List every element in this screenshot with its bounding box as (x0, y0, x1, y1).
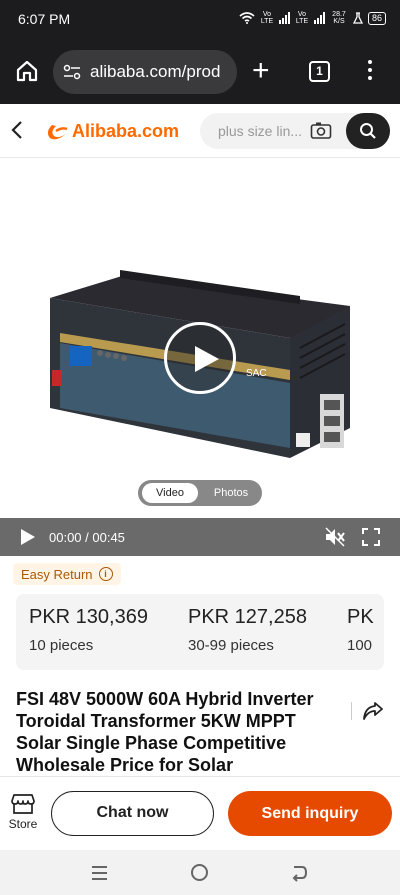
store-button[interactable]: Store (6, 793, 40, 831)
send-inquiry-button[interactable]: Send inquiry (228, 791, 392, 836)
photos-tab[interactable]: Photos (206, 483, 256, 503)
flask-icon (352, 12, 363, 24)
home-nav-icon[interactable] (191, 864, 208, 881)
price-tier: PKR 130,369 10 pieces (29, 606, 148, 654)
status-bar: 6:07 PM Vo LTE Vo LTE 28.7 K/S 86 (0, 0, 400, 40)
url-text[interactable]: alibaba.com/prod (90, 62, 230, 82)
status-icons: Vo LTE Vo LTE 28.7 K/S 86 (239, 11, 386, 25)
product-title: FSI 48V 5000W 60A Hybrid Inverter Toroid… (16, 689, 314, 775)
play-icon[interactable] (20, 528, 36, 546)
share-icon[interactable] (362, 701, 384, 721)
video-tab[interactable]: Video (142, 483, 198, 503)
device-brand: SAC (246, 368, 267, 379)
divider (351, 702, 352, 720)
network-label-2: Vo LTE (295, 11, 309, 25)
tier-price: PKR 127,258 (188, 606, 307, 628)
site-header: Alibaba.com plus size lin... (0, 104, 400, 158)
info-icon[interactable]: i (98, 567, 113, 581)
tab-switcher-button[interactable]: 1 (309, 61, 330, 82)
fullscreen-icon[interactable] (362, 528, 380, 546)
alibaba-logo[interactable]: Alibaba.com (44, 121, 179, 142)
search-field[interactable]: plus size lin... (200, 113, 390, 149)
site-settings-icon[interactable] (63, 63, 81, 81)
tier-quantity: 10 pieces (29, 637, 94, 654)
signal-icon-2 (313, 12, 325, 24)
price-tier: PK 100 (347, 606, 374, 654)
tier-price: PKR 130,369 (29, 606, 148, 628)
network-label-1: Vo LTE (260, 11, 274, 25)
network-speed: 28.7 K/S (332, 11, 346, 25)
system-nav-bar (0, 850, 400, 895)
video-time: 00:00 / 00:45 (49, 530, 125, 545)
new-tab-button[interactable]: + (252, 56, 270, 86)
mute-icon[interactable] (324, 527, 346, 547)
back-nav-icon[interactable] (290, 864, 308, 882)
tier-quantity: 30-99 pieces (188, 637, 274, 654)
camera-icon[interactable] (310, 121, 332, 140)
video-controls: 00:00 / 00:45 (0, 518, 400, 556)
easy-return-label: Easy Return (21, 566, 93, 582)
logo-text: Alibaba.com (72, 121, 180, 141)
easy-return-row: Easy Return i (0, 556, 400, 592)
home-icon[interactable] (14, 58, 40, 84)
media-type-toggle[interactable]: Video Photos (138, 480, 262, 506)
recents-icon[interactable] (92, 866, 107, 880)
play-video-button[interactable] (164, 322, 236, 394)
store-icon (11, 794, 35, 814)
price-tier: PKR 127,258 30-99 pieces (188, 606, 307, 654)
address-bar[interactable]: alibaba.com/prod (53, 50, 237, 94)
search-button[interactable] (346, 113, 390, 149)
tier-price: PK (347, 606, 374, 628)
wifi-icon (239, 12, 255, 24)
browser-menu-button[interactable] (368, 60, 372, 80)
easy-return-badge[interactable]: Easy Return i (13, 563, 121, 585)
bottom-action-bar: Store Chat now Send inquiry (0, 776, 400, 850)
alibaba-logo-icon (47, 124, 68, 139)
price-section: PKR 130,369 10 pieces PKR 127,258 30-99 … (0, 592, 400, 676)
back-arrow-icon[interactable] (10, 120, 24, 140)
play-icon (195, 346, 219, 372)
chat-now-button[interactable]: Chat now (51, 791, 214, 836)
search-icon (360, 123, 376, 139)
product-title-section: FSI 48V 5000W 60A Hybrid Inverter Toroid… (0, 676, 400, 776)
status-time: 6:07 PM (18, 11, 71, 27)
browser-toolbar: alibaba.com/prod + 1 (0, 40, 400, 104)
price-tiers[interactable]: PKR 130,369 10 pieces PKR 127,258 30-99 … (16, 594, 384, 670)
signal-icon (278, 12, 290, 24)
tier-quantity: 100 (347, 637, 373, 654)
product-media[interactable]: SAC Video Photos (0, 158, 400, 518)
store-label: Store (8, 817, 38, 831)
search-placeholder: plus size lin... (218, 123, 303, 139)
battery-indicator: 86 (367, 11, 386, 25)
